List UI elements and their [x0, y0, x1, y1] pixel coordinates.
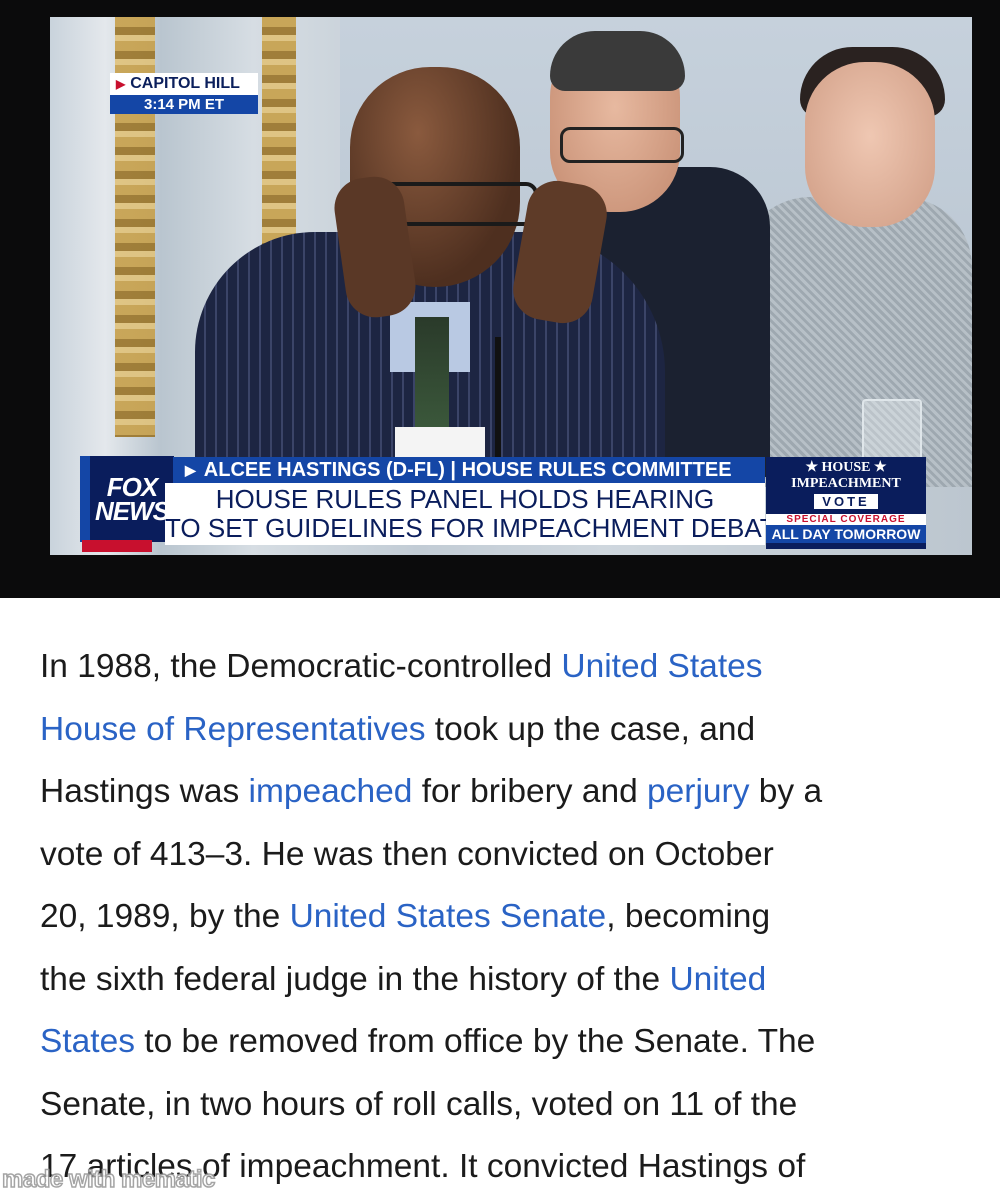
- live-tab: [82, 540, 152, 552]
- play-triangle-icon: ▶: [116, 77, 126, 91]
- article-link[interactable]: United States: [561, 648, 762, 685]
- article-line: vote of 413–3. He was then convicted on …: [40, 824, 970, 887]
- article-link[interactable]: United States Senate: [290, 898, 607, 935]
- article-text-segment: In 1988, the Democratic-controlled: [40, 648, 562, 685]
- article-text-segment: the sixth federal judge in the history o…: [40, 960, 670, 998]
- speaker-tie: [415, 317, 449, 437]
- time-label: 3:14 PM ET: [110, 95, 258, 114]
- article-line: the sixth federal judge in the history o…: [40, 949, 970, 1012]
- article-text-segment: , becoming: [606, 898, 771, 935]
- article-text-segment: to be removed from office by the Senate.…: [134, 1023, 816, 1060]
- staffer-woman: [740, 197, 972, 487]
- network-logo: FOX NEWS: [80, 456, 174, 542]
- article-line: In 1988, the Democratic-controlled Unite…: [40, 636, 970, 699]
- article-link[interactable]: States: [40, 1023, 135, 1060]
- location-label: CAPITOL HILL: [130, 75, 240, 92]
- play-triangle-icon: ▶: [185, 461, 196, 478]
- staffer-man-glasses: [560, 127, 684, 163]
- article-line: House of Representatives took up the cas…: [40, 699, 970, 762]
- article-link[interactable]: impeached: [249, 773, 413, 810]
- article-text-segment: vote of 413–3. He was then convicted on …: [40, 835, 774, 873]
- headline: HOUSE RULES PANEL HOLDS HEARING TO SET G…: [165, 483, 793, 545]
- article-link[interactable]: House of Representatives: [40, 711, 425, 748]
- article-text-segment: took up the case, and: [425, 710, 756, 748]
- article-line: States to be removed from office by the …: [40, 1011, 970, 1074]
- tv-screen: ▶ CAPITOL HILL 3:14 PM ET FOX NEWS ▶ ALC…: [50, 17, 972, 555]
- watermark: made with mematic: [1, 1165, 216, 1194]
- article-text-segment: Hastings was: [40, 773, 249, 810]
- article-text: In 1988, the Democratic-controlled Unite…: [40, 636, 970, 1199]
- article-link[interactable]: perjury: [647, 773, 749, 810]
- article-line: 20, 1989, by the United States Senate, b…: [40, 886, 970, 949]
- news-chyron: FOX NEWS ▶ ALCEE HASTINGS (D-FL) | HOUSE…: [50, 454, 972, 555]
- staffer-woman-head: [805, 62, 935, 227]
- article-line: Senate, in two hours of roll calls, vote…: [40, 1074, 970, 1137]
- staffer-man-hair: [550, 31, 685, 91]
- article-text-segment: for bribery and: [412, 773, 648, 810]
- tv-photo: ▶ CAPITOL HILL 3:14 PM ET FOX NEWS ▶ ALC…: [0, 0, 1000, 598]
- speaker-name-bar: ▶ ALCEE HASTINGS (D-FL) | HOUSE RULES CO…: [173, 457, 765, 483]
- article-text-segment: by a: [749, 773, 823, 810]
- location-bug: ▶ CAPITOL HILL 3:14 PM ET: [110, 73, 258, 114]
- article-text-segment: Senate, in two hours of roll calls, vote…: [40, 1085, 798, 1123]
- article-link[interactable]: United: [669, 961, 766, 998]
- impeachment-vote-promo: ★ HOUSE ★ IMPEACHMENT VOTE SPECIAL COVER…: [766, 457, 926, 549]
- article-text-segment: 20, 1989, by the: [40, 898, 290, 935]
- article-line: Hastings was impeached for bribery and p…: [40, 761, 970, 824]
